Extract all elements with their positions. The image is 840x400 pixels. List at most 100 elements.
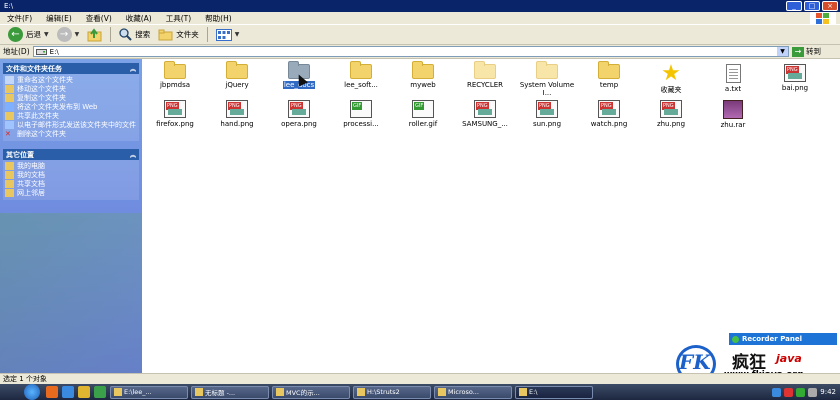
firefox-quicklaunch-icon[interactable]: [46, 386, 58, 398]
file-item[interactable]: watch.png: [578, 100, 640, 128]
tray-icon[interactable]: [784, 387, 794, 397]
other-places-header[interactable]: 其它位置 ︽: [3, 149, 139, 160]
task-item[interactable]: 我的电脑: [5, 162, 137, 170]
copy-icon: [5, 94, 14, 102]
menu-favorites[interactable]: 收藏(A): [119, 13, 159, 24]
file-item[interactable]: hand.png: [206, 100, 268, 128]
tray-icon[interactable]: [796, 387, 806, 397]
menu-tools[interactable]: 工具(T): [159, 13, 198, 24]
file-item[interactable]: processi...: [330, 100, 392, 128]
file-name: a.txt: [724, 85, 742, 93]
png-file-icon: [164, 100, 186, 118]
tray-clock[interactable]: 9:42: [820, 388, 836, 396]
taskbar-task-button[interactable]: E:\lee_...: [110, 385, 188, 399]
back-button[interactable]: ← 后退 ▼: [4, 26, 53, 44]
task-item[interactable]: ✕ 删除这个文件夹: [5, 130, 137, 138]
file-item[interactable]: jbpmdsa: [144, 61, 206, 89]
address-input[interactable]: E:\ ▼: [32, 46, 789, 57]
file-item[interactable]: bai.png: [764, 64, 826, 92]
views-dropdown-icon[interactable]: ▼: [235, 31, 240, 38]
task-item[interactable]: 将这个文件夹发布到 Web: [5, 103, 137, 111]
go-label: 转到: [806, 47, 821, 56]
tray-icon[interactable]: [772, 387, 782, 397]
taskbar-task-button[interactable]: MVC的示...: [272, 385, 350, 399]
taskbar-task-button[interactable]: H:\Struts2: [353, 385, 431, 399]
recorder-panel[interactable]: Recorder Panel: [729, 333, 837, 345]
gif-file-icon: [412, 100, 434, 118]
menu-help[interactable]: 帮助(H): [198, 13, 239, 24]
file-name: zhu.rar: [720, 121, 746, 129]
back-dropdown-icon[interactable]: ▼: [44, 31, 49, 38]
minimize-button[interactable]: _: [786, 1, 802, 11]
folder-icon: [536, 61, 558, 79]
media-quicklaunch-icon[interactable]: [94, 386, 106, 398]
task-item[interactable]: 网上邻居: [5, 189, 137, 197]
file-item[interactable]: a.txt: [702, 64, 764, 93]
tray-icon[interactable]: [808, 387, 818, 397]
collapse-icon[interactable]: ︽: [130, 150, 139, 159]
file-item[interactable]: roller.gif: [392, 100, 454, 128]
task-app-icon: [438, 388, 446, 396]
maximize-button[interactable]: □: [804, 1, 820, 11]
file-item[interactable]: zhu.png: [640, 100, 702, 128]
toolbar-separator: [206, 27, 208, 42]
png-file-icon: [598, 100, 620, 118]
forward-button[interactable]: → ▼: [53, 26, 84, 44]
task-item[interactable]: 复制这个文件夹: [5, 94, 137, 102]
file-name: SAMSUNG_...: [462, 120, 508, 128]
file-item[interactable]: jQuery: [206, 61, 268, 89]
folders-button[interactable]: 文件夹: [154, 26, 203, 44]
file-item[interactable]: lee_soft...: [330, 61, 392, 89]
rename-icon: [5, 76, 14, 84]
window-title: E:\: [4, 2, 14, 10]
collapse-icon[interactable]: ︽: [130, 64, 139, 73]
file-item[interactable]: RECYCLER: [454, 61, 516, 89]
file-tasks-header[interactable]: 文件和文件夹任务 ︽: [3, 63, 139, 74]
menu-view[interactable]: 查看(V): [79, 13, 119, 24]
views-button[interactable]: ▼: [212, 26, 244, 44]
file-list-view: jbpmdsa jQuery lee_docs lee_soft... myweb REC…: [142, 59, 840, 373]
file-name: watch.png: [590, 120, 628, 128]
file-name: bai.png: [781, 84, 809, 92]
explorer-quicklaunch-icon[interactable]: [78, 386, 90, 398]
search-button[interactable]: 搜索: [115, 26, 154, 44]
task-item[interactable]: 以电子邮件形式发送该文件夹中的文件: [5, 121, 137, 129]
file-item[interactable]: myweb: [392, 61, 454, 89]
taskbar-task-button[interactable]: E:\: [515, 385, 593, 399]
file-name: sun.png: [532, 120, 562, 128]
close-button[interactable]: ×: [822, 1, 838, 11]
menu-edit[interactable]: 编辑(E): [39, 13, 79, 24]
menu-file[interactable]: 文件(F): [0, 13, 39, 24]
task-item[interactable]: 共享文档: [5, 180, 137, 188]
file-item[interactable]: sun.png: [516, 100, 578, 128]
go-button[interactable]: → 转到: [792, 46, 840, 57]
file-name: processi...: [343, 120, 379, 128]
file-item[interactable]: opera.png: [268, 100, 330, 128]
file-name: firefox.png: [156, 120, 194, 128]
forward-dropdown-icon[interactable]: ▼: [75, 31, 80, 38]
task-item[interactable]: 移动这个文件夹: [5, 85, 137, 93]
ie-quicklaunch-icon[interactable]: [62, 386, 74, 398]
system-tray: 9:42: [668, 384, 840, 400]
address-value: E:\: [49, 47, 59, 56]
search-label: 搜索: [135, 30, 151, 39]
folder-icon: [598, 61, 620, 79]
file-item[interactable]: temp: [578, 61, 640, 89]
taskbar-task-button[interactable]: 无标题 -...: [191, 385, 269, 399]
task-label: E:\: [529, 388, 538, 396]
file-item[interactable]: SAMSUNG_...: [454, 100, 516, 128]
task-label: 以电子邮件形式发送该文件夹中的文件: [17, 121, 136, 129]
folder-icon: [412, 61, 434, 79]
task-item[interactable]: 重命名这个文件夹: [5, 76, 137, 84]
png-file-icon: [784, 64, 806, 82]
task-item[interactable]: 我的文档: [5, 171, 137, 179]
task-item[interactable]: 共享此文件夹: [5, 112, 137, 120]
file-item[interactable]: System Volume I...: [516, 61, 578, 97]
file-item[interactable]: zhu.rar: [702, 100, 764, 129]
file-item[interactable]: ★ 收藏夹: [640, 63, 702, 95]
file-item[interactable]: firefox.png: [144, 100, 206, 128]
up-folder-button[interactable]: [83, 26, 106, 44]
start-button[interactable]: [24, 384, 40, 400]
address-dropdown-icon[interactable]: ▼: [777, 47, 788, 56]
taskbar-task-button[interactable]: Microso...: [434, 385, 512, 399]
